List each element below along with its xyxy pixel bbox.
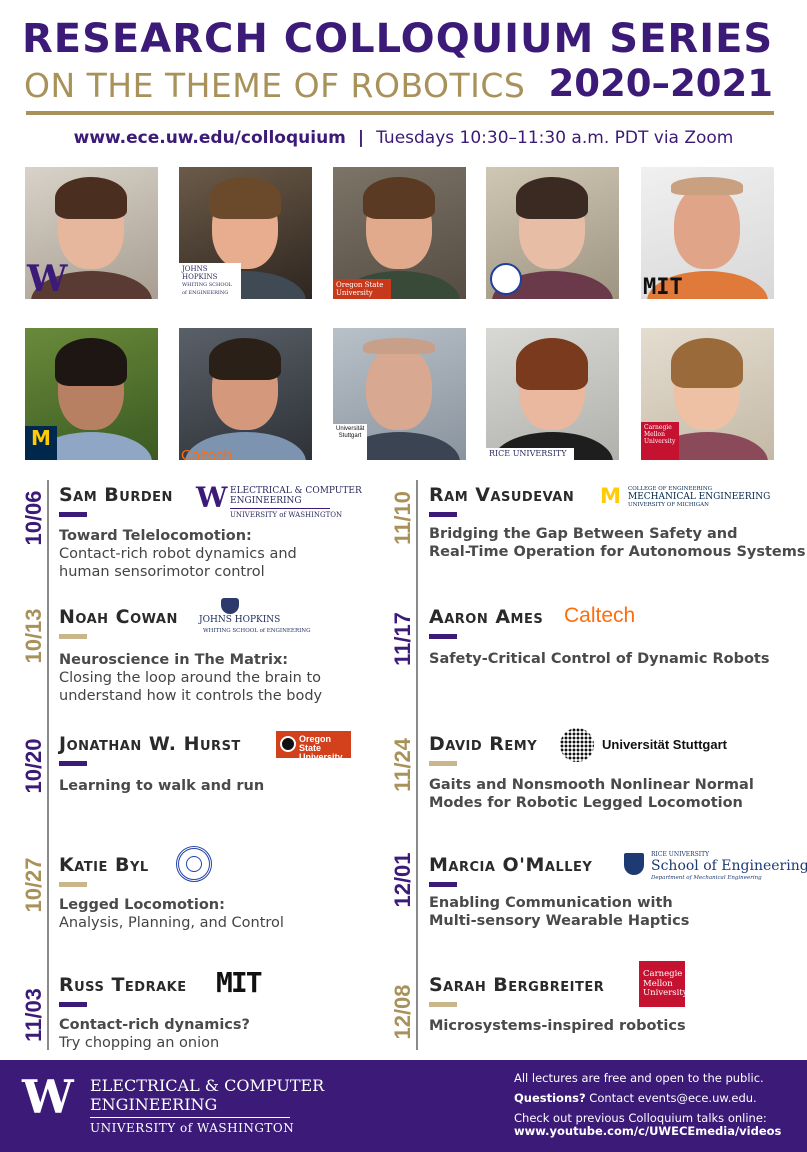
speaker-underline <box>429 512 457 517</box>
speaker-underline <box>59 761 87 766</box>
questions-contact: Questions? Contact events@ece.uw.edu. <box>514 1091 757 1105</box>
speaker-photo-david-remy: Universität Stuttgart <box>333 328 466 460</box>
osu-badge: Oregon State University <box>333 279 391 299</box>
speaker-underline <box>59 512 87 517</box>
talk-date: 12/01 <box>390 852 415 908</box>
speaker-name: Jonathan W. Hurst <box>59 733 241 755</box>
oregon-state-logo: Oregon State University <box>276 731 351 762</box>
speaker-underline <box>429 882 457 887</box>
talk-title: Microsystems-inspired robotics <box>429 1018 686 1034</box>
cmu-logo: Carnegie Mellon University <box>639 961 688 1007</box>
ucsb-seal-badge <box>490 263 522 295</box>
rice-badge: RICE UNIVERSITY <box>486 448 574 460</box>
speaker-photo-sarah-bergbreiter: Carnegie Mellon University <box>641 328 774 460</box>
speaker-photo-russ-tedrake: MIT <box>641 167 774 299</box>
footer-bar: W ELECTRICAL & COMPUTER ENGINEERING UNIV… <box>0 1060 807 1152</box>
speaker-name: Marcia O'Malley <box>429 854 593 876</box>
ucsb-seal-icon <box>176 846 212 882</box>
talk-date: 10/27 <box>21 857 46 913</box>
speaker-name: Aaron Ames <box>429 606 544 628</box>
umich-badge: M <box>25 426 57 460</box>
schedule-line: www.ece.uw.edu/colloquium | Tuesdays 10:30… <box>0 128 807 148</box>
speaker-underline <box>59 882 87 887</box>
talk-date: 11/10 <box>390 491 415 545</box>
speaker-photo-katie-byl <box>486 167 619 299</box>
talk-title: Bridging the Gap Between Safety and Real… <box>429 526 806 560</box>
talk-date: 11/24 <box>390 738 415 792</box>
speaker-name: Ram Vasudevan <box>429 484 575 506</box>
series-title: RESEARCH COLLOQUIUM SERIES <box>22 16 774 62</box>
jhu-badge: JOHNS HOPKINS WHITING SCHOOL of ENGINEERI… <box>179 263 241 299</box>
mit-badge: MIT <box>643 275 683 299</box>
university-name: UNIVERSITY of WASHINGTON <box>90 1121 295 1135</box>
footer-info: All lectures are free and open to the pu… <box>514 1072 781 1138</box>
talk-title: Legged Locomotion: Analysis, Planning, a… <box>59 897 284 931</box>
speaker-photo-sam-burden: W <box>25 167 158 299</box>
youtube-link[interactable]: www.youtube.com/c/UWECEmedia/videos <box>514 1124 781 1138</box>
title-divider <box>26 111 774 115</box>
talk-date: 10/20 <box>21 738 46 794</box>
speaker-photo-marcia-omalley: RICE UNIVERSITY <box>486 328 619 460</box>
speaker-name: Noah Cowan <box>59 606 178 628</box>
separator: | <box>357 128 365 148</box>
caltech-badge: Caltech <box>181 447 232 460</box>
contact-email-link[interactable]: Contact events@ece.uw.edu. <box>586 1091 756 1105</box>
speaker-underline <box>429 1002 457 1007</box>
series-year: 2020–2021 <box>548 62 773 105</box>
talk-date: 11/17 <box>390 612 415 666</box>
speaker-photo-ram-vasudevan: M <box>25 328 158 460</box>
stuttgart-badge: Universität Stuttgart <box>333 424 367 460</box>
schedule-text: Tuesdays 10:30–11:30 a.m. PDT via Zoom <box>376 128 734 148</box>
talk-date: 10/06 <box>21 490 46 546</box>
colloquium-url-link[interactable]: www.ece.uw.edu/colloquium <box>74 128 346 148</box>
jhu-logo: JOHNS HOPKINS WHITING SCHOOL of ENGINEER… <box>199 598 310 638</box>
mit-logo: MIT <box>216 966 263 999</box>
speaker-name: Russ Tedrake <box>59 974 187 996</box>
rice-engineering-logo: RICE UNIVERSITY School of Engineering De… <box>624 851 807 883</box>
talk-title: Learning to walk and run <box>59 778 265 794</box>
caltech-logo: Caltech <box>564 604 636 627</box>
footer-divider <box>90 1117 290 1118</box>
speaker-name: Sam Burden <box>59 484 173 506</box>
speaker-underline <box>429 634 457 639</box>
talk-title: Contact-rich dynamics? Try chopping an o… <box>59 1017 250 1051</box>
department-name: ELECTRICAL & COMPUTER ENGINEERING <box>90 1076 325 1114</box>
talk-date: 10/13 <box>21 608 46 664</box>
theme-subtitle: ON THE THEME OF ROBOTICS <box>24 66 526 105</box>
talk-date: 12/08 <box>390 984 415 1040</box>
talk-title: Gaits and Nonsmooth Nonlinear Normal Mod… <box>429 777 754 811</box>
speaker-photo-jonathan-hurst: Oregon State University <box>333 167 466 299</box>
speaker-name: David Remy <box>429 733 538 755</box>
talk-title: Neuroscience in The Matrix: Closing the … <box>59 652 323 704</box>
talk-title: Toward Telelocomotion: Contact-rich robo… <box>59 528 297 580</box>
uw-ece-logo: W ELECTRICAL & COMPUTER ENGINEERING UNIV… <box>196 481 362 520</box>
talk-title: Safety-Critical Control of Dynamic Robot… <box>429 651 770 667</box>
speaker-underline <box>59 634 87 639</box>
umich-me-logo: M COLLEGE OF ENGINEERING MECHANICAL ENGI… <box>600 484 771 509</box>
speaker-photo-noah-cowan: JOHNS HOPKINS WHITING SCHOOL of ENGINEERI… <box>179 167 312 299</box>
speaker-underline <box>429 761 457 766</box>
talk-title: Enabling Communication with Multi-sensor… <box>429 895 690 929</box>
previous-talks-note: Check out previous Colloquium talks onli… <box>514 1111 782 1138</box>
stuttgart-logo: Universität Stuttgart <box>560 728 730 762</box>
uw-w-logo: W <box>22 1070 74 1124</box>
uw-w-logo: W <box>27 258 68 299</box>
speaker-underline <box>59 1002 87 1007</box>
speaker-photo-aaron-ames: Caltech <box>179 328 312 460</box>
free-note: All lectures are free and open to the pu… <box>514 1071 764 1085</box>
talk-date: 11/03 <box>21 988 46 1042</box>
cmu-badge: Carnegie Mellon University <box>641 422 679 460</box>
speaker-name: Sarah Bergbreiter <box>429 974 605 996</box>
speaker-name: Katie Byl <box>59 854 149 876</box>
